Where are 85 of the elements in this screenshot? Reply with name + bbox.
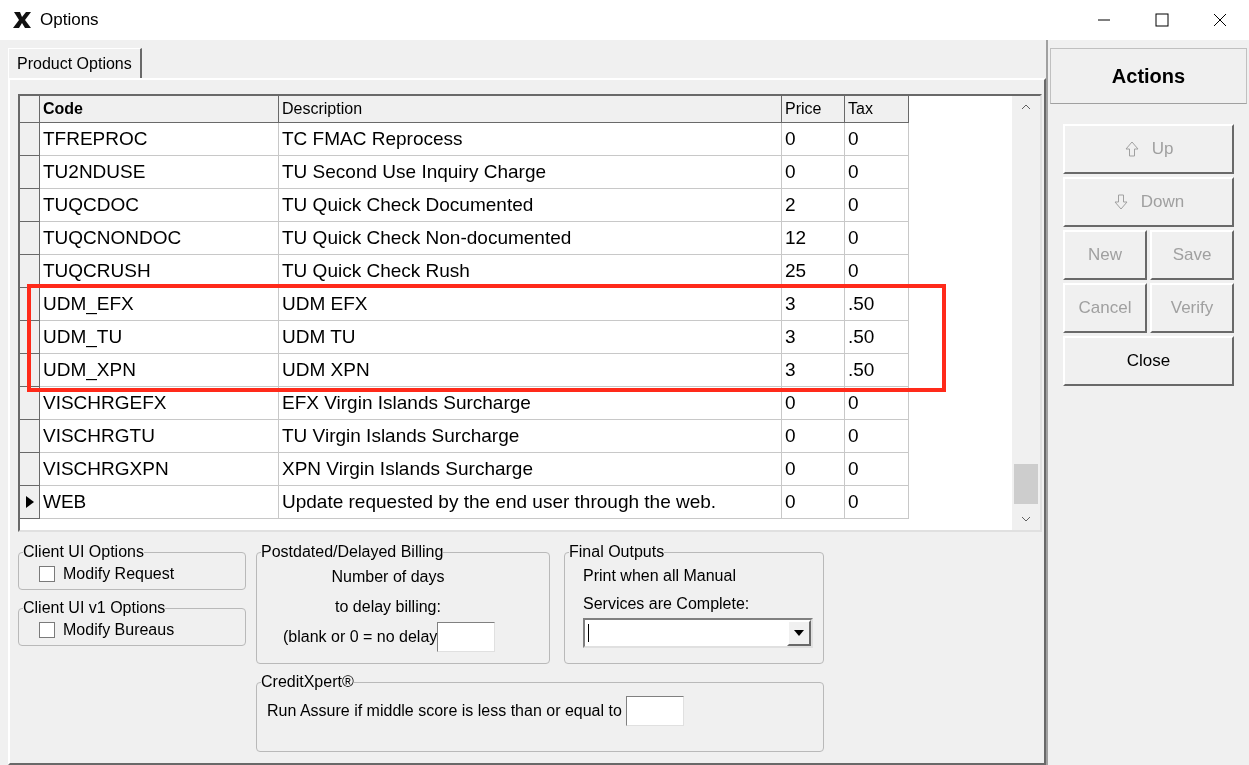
table-cell: 0	[782, 123, 845, 156]
table-cell: .50	[845, 288, 909, 321]
actions-header: Actions	[1050, 48, 1247, 104]
score-field[interactable]	[625, 696, 684, 726]
scroll-up-icon[interactable]	[1021, 104, 1031, 110]
table-cell: 0	[782, 420, 845, 453]
table-cell: 0	[845, 453, 909, 486]
table-cell: 0	[782, 156, 845, 189]
table-cell: 0	[845, 189, 909, 222]
table-cell: TU Quick Check Documented	[279, 189, 782, 222]
table-cell: VISCHRGTU	[40, 420, 279, 453]
group-title: CreditXpert®	[261, 672, 354, 692]
table-cell: 3	[782, 354, 845, 387]
hint-text: Number of days	[331, 567, 445, 587]
window-title: Options	[40, 9, 99, 32]
table-cell: TUQCDOC	[40, 189, 279, 222]
hint-text: to delay billing:	[335, 597, 441, 617]
table-cell: UDM_XPN	[40, 354, 279, 387]
delay-days-field[interactable]	[437, 622, 496, 652]
table-cell: 2	[782, 189, 845, 222]
table-cell: TUQCNONDOC	[40, 222, 279, 255]
table-cell: 0	[845, 486, 909, 519]
column-header[interactable]: Tax	[845, 96, 909, 123]
scroll-down-icon[interactable]	[1021, 516, 1031, 522]
table-cell: TU Virgin Islands Surcharge	[279, 420, 782, 453]
checkbox-label: Modify Bureaus	[63, 620, 175, 640]
column-header[interactable]: Price	[782, 96, 845, 123]
table-cell: TU2NDUSE	[40, 156, 279, 189]
column-header[interactable]: Code	[40, 96, 279, 123]
checkbox[interactable]	[39, 622, 55, 638]
dropdown-arrow-icon	[794, 630, 804, 636]
table-cell: .50	[845, 354, 909, 387]
table-cell: VISCHRGEFX	[40, 387, 279, 420]
table-cell: UDM EFX	[279, 288, 782, 321]
table-cell: UDM XPN	[279, 354, 782, 387]
column-header[interactable]: Description	[279, 96, 782, 123]
table-cell: TU Second Use Inquiry Charge	[279, 156, 782, 189]
table-cell: 3	[782, 288, 845, 321]
table-cell: TC FMAC Reprocess	[279, 123, 782, 156]
table-cell: 0	[845, 123, 909, 156]
table-cell: 0	[782, 453, 845, 486]
row-header[interactable]	[20, 486, 40, 519]
group-title: Client UI Options	[23, 542, 144, 562]
table-cell: 12	[782, 222, 845, 255]
table-cell: .50	[845, 321, 909, 354]
app-logo-icon	[12, 11, 32, 29]
table-cell: UDM TU	[279, 321, 782, 354]
tab[interactable]: Product Options	[8, 48, 142, 78]
action-button[interactable]: Close	[1063, 336, 1234, 386]
output-dropdown[interactable]	[583, 618, 813, 648]
table-cell: UDM_EFX	[40, 288, 279, 321]
table-cell: 0	[845, 420, 909, 453]
table-cell: 0	[782, 486, 845, 519]
table-cell: TFREPROC	[40, 123, 279, 156]
checkbox[interactable]	[39, 566, 55, 582]
table-cell: TU Quick Check Rush	[279, 255, 782, 288]
table-cell: EFX Virgin Islands Surcharge	[279, 387, 782, 420]
scrollbar-thumb[interactable]	[1014, 464, 1038, 504]
table-cell: 0	[845, 387, 909, 420]
table-cell: TUQCRUSH	[40, 255, 279, 288]
hint-text: Services are Complete:	[582, 594, 751, 614]
table-cell: TU Quick Check Non-documented	[279, 222, 782, 255]
table-cell: 0	[845, 222, 909, 255]
hint-text: Print when all Manual	[582, 566, 737, 586]
field-label: (blank or 0 = no delay	[283, 627, 438, 647]
table-cell: WEB	[40, 486, 279, 519]
table-cell: UDM_TU	[40, 321, 279, 354]
table-cell: 0	[845, 255, 909, 288]
up-arrow-icon	[1123, 140, 1140, 158]
table-cell: VISCHRGXPN	[40, 453, 279, 486]
table-cell: Update requested by the end user through the web.	[279, 486, 782, 519]
group-title: Postdated/Delayed Billing	[261, 542, 444, 562]
checkbox-label: Modify Request	[63, 564, 175, 584]
table-cell: 3	[782, 321, 845, 354]
table-cell: XPN Virgin Islands Surcharge	[279, 453, 782, 486]
table-cell: 0	[845, 156, 909, 189]
table-cell: 25	[782, 255, 845, 288]
close-icon	[1213, 13, 1227, 27]
field-label: Run Assure if middle score is less than or equal to	[267, 701, 622, 721]
current-row-icon	[25, 496, 34, 508]
group-title: Client UI v1 Options	[23, 598, 166, 618]
down-arrow-icon	[1112, 193, 1129, 211]
maximize-icon	[1155, 13, 1169, 27]
table-cell: 0	[782, 387, 845, 420]
group-title: Final Outputs	[569, 542, 665, 562]
